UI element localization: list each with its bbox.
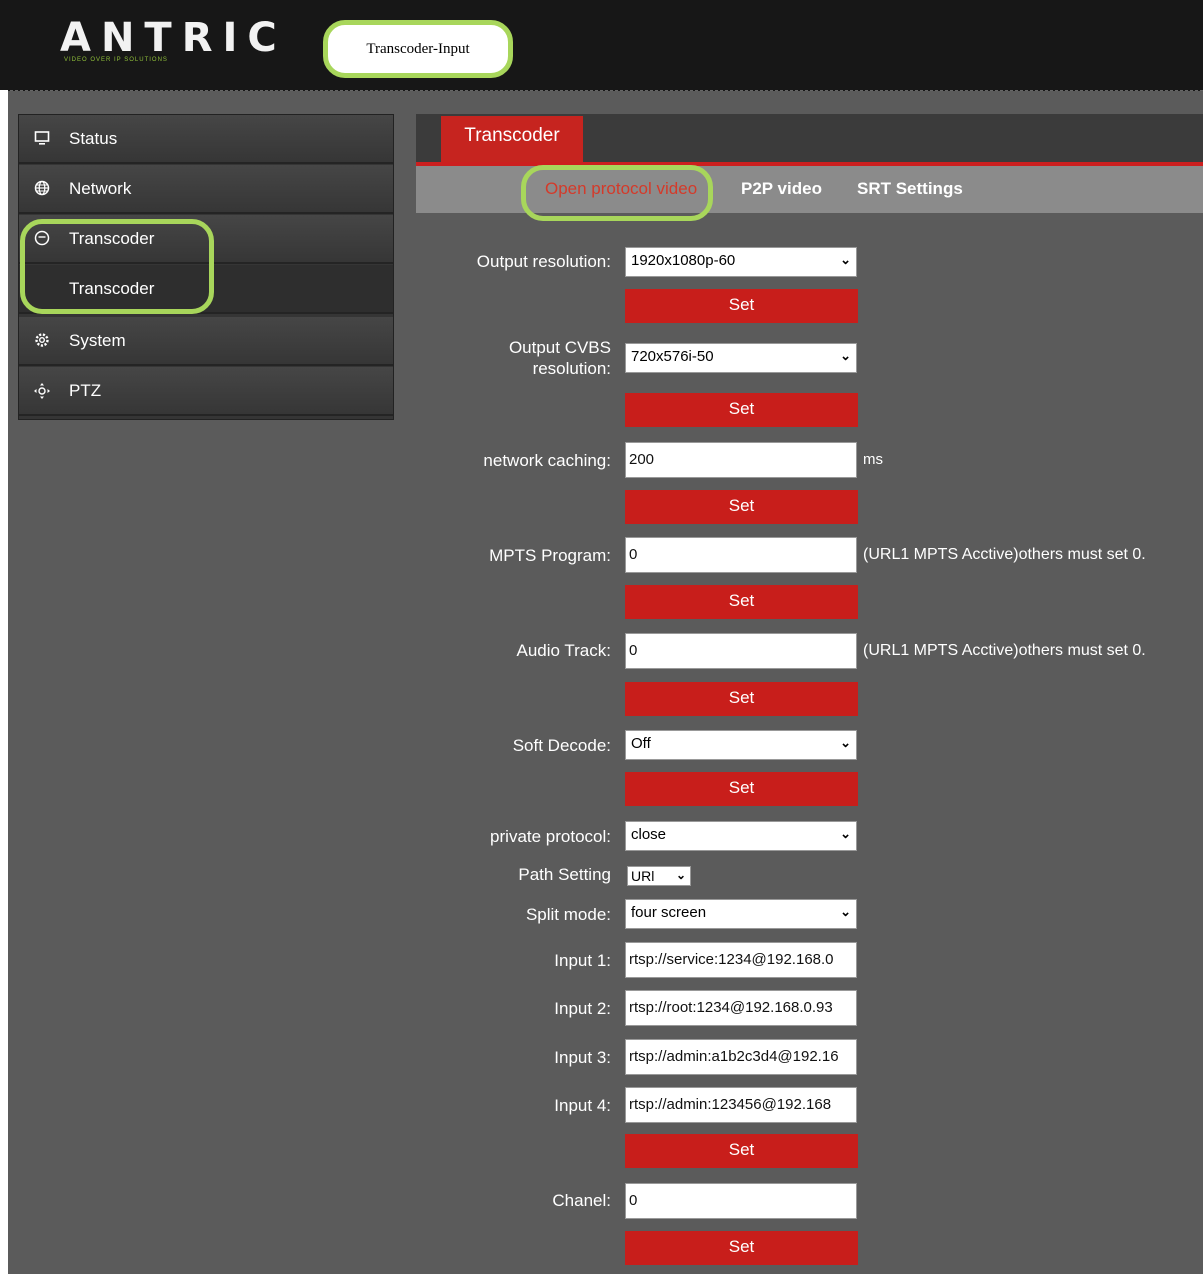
split-mode-select[interactable]: four screen ⌄ (625, 899, 857, 929)
ptz-icon (33, 382, 51, 400)
split-mode-label: Split mode: (525, 905, 611, 924)
chevron-down-icon: ⌄ (840, 252, 851, 267)
input-1-label: Input 1: (554, 951, 611, 970)
select-value: URl (631, 868, 655, 884)
gear-icon (33, 332, 51, 350)
chevron-down-icon: ⌄ (840, 348, 851, 363)
input-3-field[interactable]: rtsp://admin:a1b2c3d4@192.16 (625, 1039, 857, 1075)
soft-decode-label: Soft Decode: (512, 736, 611, 755)
audio-track-label: Audio Track: (516, 641, 612, 660)
sidebar-item-label: Network (69, 179, 132, 198)
private-protocol-select[interactable]: close ⌄ (625, 821, 857, 851)
output-resolution-select[interactable]: 1920x1080p-60 ⌄ (625, 247, 857, 277)
select-value: 720x576i-50 (631, 348, 714, 365)
page-title: Transcoder-Input (366, 40, 470, 57)
input-1-field[interactable]: rtsp://service:1234@192.168.0 (625, 942, 857, 978)
subtab-p2p-video[interactable]: P2P video (741, 179, 822, 199)
output-resolution-label: Output resolution: (476, 252, 611, 271)
chevron-down-icon: ⌄ (840, 826, 851, 841)
cvbs-resolution-label: Output CVBS resolution: (509, 337, 611, 379)
logo-text: ANTRIC (60, 15, 287, 61)
input-2-field[interactable]: rtsp://root:1234@192.168.0.93 (625, 990, 857, 1026)
select-value: Off (631, 735, 651, 752)
set-button-soft-decode[interactable]: Set (625, 772, 858, 806)
tab-transcoder[interactable]: Transcoder (441, 116, 583, 162)
globe-icon (33, 180, 51, 198)
chevron-down-icon: ⌄ (840, 904, 851, 919)
soft-decode-select[interactable]: Off ⌄ (625, 730, 857, 760)
set-button-output-resolution[interactable]: Set (625, 289, 858, 323)
sidebar-item-label: System (69, 331, 126, 350)
input-3-label: Input 3: (554, 1048, 611, 1067)
set-button-inputs[interactable]: Set (625, 1134, 858, 1168)
top-bar: ANTRIC VIDEO OVER IP SOLUTIONS (0, 0, 1203, 91)
sidebar-item-ptz[interactable]: PTZ (19, 367, 393, 416)
select-value: four screen (631, 904, 707, 921)
set-button-network-caching[interactable]: Set (625, 490, 858, 524)
mpts-program-input[interactable]: 0 (625, 537, 857, 573)
set-button-mpts-program[interactable]: Set (625, 585, 858, 619)
mpts-program-note: (URL1 MPTS Acctive)others must set 0. (863, 546, 1146, 563)
set-button-cvbs-resolution[interactable]: Set (625, 393, 858, 427)
cvbs-resolution-select[interactable]: 720x576i-50 ⌄ (625, 343, 857, 373)
sidebar-item-system[interactable]: System (19, 317, 393, 366)
private-protocol-label: private protocol: (490, 827, 611, 846)
sidebar-item-status[interactable]: Status (19, 115, 393, 164)
sidebar-item-network[interactable]: Network (19, 165, 393, 214)
logo-tagline: VIDEO OVER IP SOLUTIONS (64, 57, 168, 63)
monitor-icon (33, 130, 51, 148)
set-button-chanel[interactable]: Set (625, 1231, 858, 1265)
chanel-input[interactable]: 0 (625, 1183, 857, 1219)
chevron-down-icon: ⌄ (675, 868, 686, 882)
network-caching-unit: ms (863, 451, 883, 468)
path-setting-select[interactable]: URl ⌄ (627, 866, 691, 886)
left-border (0, 90, 8, 1274)
input-4-label: Input 4: (554, 1096, 611, 1115)
input-2-label: Input 2: (554, 999, 611, 1018)
audio-track-input[interactable]: 0 (625, 633, 857, 669)
select-value: 1920x1080p-60 (631, 252, 736, 269)
sidebar-item-label: PTZ (69, 381, 102, 400)
cvbs-label-line1: Output CVBS (508, 338, 611, 357)
path-setting-label: Path Setting (518, 865, 611, 884)
subtab-srt-settings[interactable]: SRT Settings (857, 179, 963, 199)
subtab-highlight (521, 165, 713, 221)
select-value: close (631, 826, 667, 843)
chanel-label: Chanel: (552, 1191, 611, 1210)
title-highlight: Transcoder-Input (323, 20, 513, 78)
audio-track-note: (URL1 MPTS Acctive)others must set 0. (863, 642, 1146, 659)
input-4-field[interactable]: rtsp://admin:123456@192.168 (625, 1087, 857, 1123)
cvbs-label-line2: resolution: (532, 359, 611, 378)
antrica-logo: ANTRIC VIDEO OVER IP SOLUTIONS (60, 16, 320, 66)
mpts-program-label: MPTS Program: (489, 546, 611, 565)
sidebar-item-label: Status (69, 129, 118, 148)
set-button-audio-track[interactable]: Set (625, 682, 858, 716)
network-caching-input[interactable]: 200 (625, 442, 857, 478)
chevron-down-icon: ⌄ (840, 735, 851, 750)
network-caching-label: network caching: (483, 451, 611, 470)
sidebar-highlight (20, 219, 214, 314)
